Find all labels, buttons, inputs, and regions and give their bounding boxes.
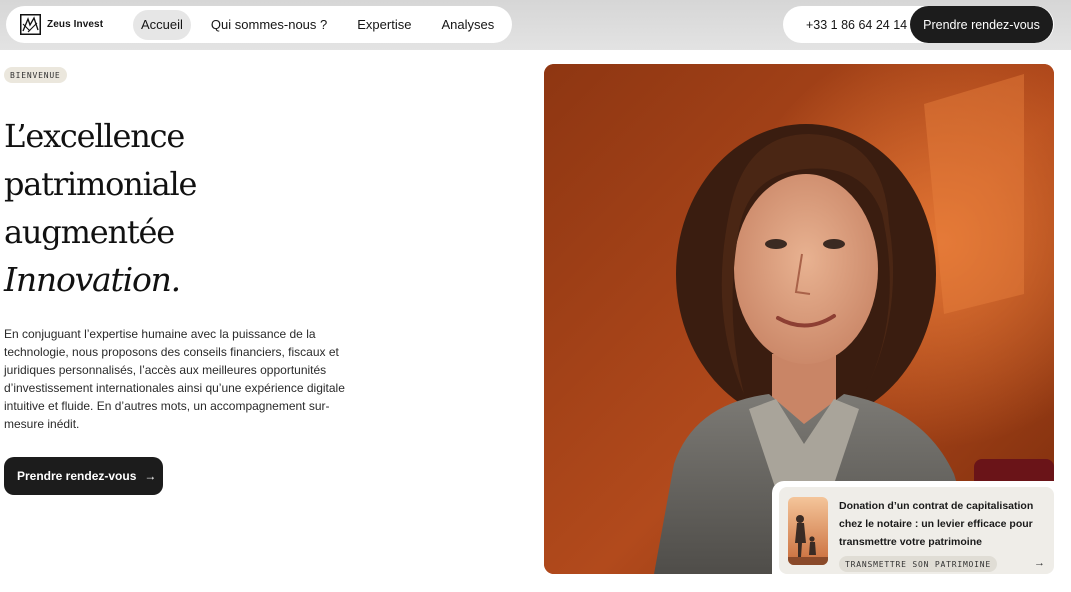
arrow-right-icon[interactable]: → bbox=[1034, 557, 1045, 569]
phone-link[interactable]: +33 1 86 64 24 14 bbox=[806, 18, 907, 32]
brand-name: Zeus Invest bbox=[47, 19, 104, 30]
article-thumbnail-illustration bbox=[788, 497, 828, 565]
hero-headline: L’excellence patrimoniale augmentée Inno… bbox=[4, 112, 197, 304]
arrow-right-icon: → bbox=[144, 469, 157, 483]
header-appointment-button[interactable]: Prendre rendez-vous bbox=[910, 6, 1053, 43]
headline-line-2: patrimoniale bbox=[4, 165, 197, 203]
article-thumbnail bbox=[788, 497, 828, 565]
nav-qui-sommes-nous[interactable]: Qui sommes-nous ? bbox=[203, 10, 335, 40]
top-bar: Zeus Invest Accueil Qui sommes-nous ? Ex… bbox=[0, 0, 1071, 50]
featured-article-card[interactable]: Donation d’un contrat de capitalisation … bbox=[779, 487, 1054, 574]
nav-expertise[interactable]: Expertise bbox=[349, 10, 419, 40]
nav-analyses[interactable]: Analyses bbox=[433, 10, 502, 40]
brand-logo[interactable]: Zeus Invest bbox=[20, 14, 133, 35]
hero-intro: En conjuguant l’expertise humaine avec l… bbox=[4, 327, 345, 431]
headline-line-3: augmentée bbox=[4, 213, 175, 251]
contact-pill: +33 1 86 64 24 14 Prendre rendez-vous bbox=[783, 6, 1054, 43]
article-category-tag: TRANSMETTRE SON PATRIMOINE bbox=[839, 556, 998, 572]
headline-italic: Innovation. bbox=[4, 260, 181, 299]
zeus-logo-icon bbox=[20, 14, 41, 35]
welcome-badge: BIENVENUE bbox=[4, 67, 67, 83]
headline-line-1: L’excellence bbox=[4, 117, 185, 155]
hero-appointment-label: Prendre rendez-vous bbox=[17, 469, 137, 483]
nav-accueil[interactable]: Accueil bbox=[133, 9, 191, 40]
main-nav: Zeus Invest Accueil Qui sommes-nous ? Ex… bbox=[6, 6, 512, 43]
hero-appointment-button[interactable]: Prendre rendez-vous → bbox=[4, 457, 163, 495]
article-title[interactable]: Donation d’un contrat de capitalisation … bbox=[839, 497, 1039, 551]
